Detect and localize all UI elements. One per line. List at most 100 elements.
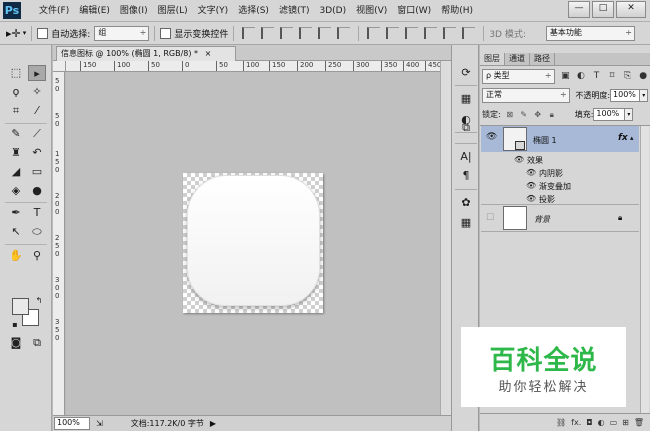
filter-toggle-icon[interactable]: ●: [638, 71, 648, 81]
gradient-tool-icon[interactable]: ▭: [28, 164, 46, 180]
zoom-tool-icon[interactable]: ⚲: [28, 248, 46, 264]
path-selection-tool-icon[interactable]: ▸: [28, 65, 46, 81]
lasso-tool-icon[interactable]: ϙ: [7, 84, 25, 100]
paragraph-panel-icon[interactable]: ¶: [457, 168, 475, 184]
menu-select[interactable]: 选择(S): [233, 0, 274, 22]
menu-filter[interactable]: 滤镜(T): [274, 0, 315, 22]
share-icon[interactable]: ⇲: [96, 419, 103, 428]
eyedropper-tool-icon[interactable]: ⁄: [28, 103, 46, 119]
layer-kind-dropdown[interactable]: ρ 类型: [482, 68, 555, 84]
ruler-origin[interactable]: [53, 61, 66, 72]
healing-brush-tool-icon[interactable]: ✎: [7, 126, 25, 142]
workspace-dropdown[interactable]: 基本功能: [545, 25, 635, 41]
distribute-hcenter-icon[interactable]: [443, 27, 457, 39]
marquee-tool-icon[interactable]: ⬚: [7, 65, 25, 81]
minimize-button[interactable]: —: [568, 1, 590, 18]
layer-name[interactable]: 背景: [534, 214, 550, 225]
link-layers-icon[interactable]: ⛓: [556, 418, 566, 427]
type-tool-icon[interactable]: T: [28, 205, 46, 221]
clone-source-icon[interactable]: ⧉: [457, 120, 475, 136]
character-panel-icon[interactable]: A|: [457, 149, 475, 165]
smart-object-filter-icon[interactable]: ⎘: [623, 71, 633, 81]
ellipse-tool-icon[interactable]: ⬭: [28, 224, 46, 240]
pixel-filter-icon[interactable]: ▣: [561, 71, 571, 81]
distribute-right-icon[interactable]: [462, 27, 476, 39]
auto-select-dropdown[interactable]: 组: [94, 25, 150, 41]
pen-tool-icon[interactable]: ✒: [7, 205, 25, 221]
align-right-icon[interactable]: [337, 27, 351, 39]
foreground-color-swatch[interactable]: [12, 298, 29, 315]
history-panel-icon[interactable]: ⟳: [457, 65, 475, 81]
align-hcenter-icon[interactable]: [318, 27, 332, 39]
effect-eye-icon[interactable]: 👁︎: [526, 168, 536, 177]
direct-selection-tool-icon[interactable]: ↖: [7, 224, 25, 240]
menu-layer[interactable]: 图层(L): [153, 0, 193, 22]
grid-panel-icon[interactable]: ▦: [457, 215, 475, 231]
align-top-icon[interactable]: [242, 27, 256, 39]
tab-layers[interactable]: 图层: [480, 53, 505, 65]
visibility-toggle-icon[interactable]: ☐: [486, 213, 494, 223]
add-style-icon[interactable]: fx.: [571, 418, 581, 427]
fx-badge[interactable]: fx: [618, 133, 628, 143]
menu-view[interactable]: 视图(V): [351, 0, 392, 22]
opacity-field[interactable]: 100%: [610, 89, 641, 102]
new-layer-icon[interactable]: ⊞: [622, 418, 629, 427]
adjustment-filter-icon[interactable]: ◐: [576, 71, 586, 81]
distribute-left-icon[interactable]: [424, 27, 438, 39]
align-vcenter-icon[interactable]: [261, 27, 275, 39]
tab-channels[interactable]: 通道: [505, 53, 530, 65]
layer-name[interactable]: 椭圆 1: [533, 135, 557, 146]
fill-chevron-icon[interactable]: ▾: [625, 108, 634, 121]
styles-panel-icon[interactable]: ✿: [457, 195, 475, 211]
menu-file[interactable]: 文件(F): [34, 0, 74, 22]
magic-wand-tool-icon[interactable]: ✧: [28, 84, 46, 100]
default-colors-icon[interactable]: ▪: [6, 317, 24, 333]
status-menu-arrow[interactable]: ▶: [210, 419, 216, 428]
swap-colors-icon[interactable]: ↰: [30, 293, 48, 309]
quick-mask-icon[interactable]: ◙: [7, 335, 25, 351]
tab-paths[interactable]: 路径: [530, 53, 555, 65]
menu-help[interactable]: 帮助(H): [436, 0, 478, 22]
distribute-vcenter-icon[interactable]: [386, 27, 400, 39]
new-adjustment-icon[interactable]: ◐: [598, 418, 605, 427]
effect-gradient-overlay[interactable]: 渐变叠加: [539, 181, 571, 192]
document-tab[interactable]: 信息图标 @ 100% (椭圆 1, RGB/8) * ×: [56, 46, 236, 61]
visibility-eye-icon[interactable]: 👁︎: [486, 132, 497, 142]
zoom-field[interactable]: 100%: [54, 417, 90, 430]
blend-mode-dropdown[interactable]: 正常: [482, 88, 570, 103]
close-button[interactable]: ✕: [616, 1, 646, 18]
shape-filter-icon[interactable]: ⌑: [607, 71, 617, 81]
lock-pixels-icon[interactable]: ✎: [519, 110, 529, 119]
fill-field[interactable]: 100%: [593, 108, 626, 121]
history-brush-tool-icon[interactable]: ↶: [28, 145, 46, 161]
swatches-panel-icon[interactable]: ▦: [457, 91, 475, 107]
expand-arrow-icon[interactable]: ▴: [630, 134, 634, 142]
delete-layer-icon[interactable]: 🗑︎: [634, 418, 644, 427]
lock-transparency-icon[interactable]: ⊠: [505, 110, 515, 119]
align-left-icon[interactable]: [299, 27, 313, 39]
menu-window[interactable]: 窗口(W): [392, 0, 436, 22]
align-bottom-icon[interactable]: [280, 27, 294, 39]
menu-image[interactable]: 图像(I): [115, 0, 153, 22]
dodge-tool-icon[interactable]: ●: [28, 183, 46, 199]
screen-mode-icon[interactable]: ⧉: [28, 335, 46, 351]
tool-preset-chevron-icon[interactable]: ▾: [23, 29, 27, 37]
effects-eye-icon[interactable]: 👁︎: [514, 155, 524, 164]
show-transform-checkbox[interactable]: [160, 27, 172, 39]
lock-position-icon[interactable]: ✥: [533, 110, 543, 119]
lock-all-icon[interactable]: 🔒︎: [547, 110, 557, 120]
new-group-icon[interactable]: ▭: [610, 418, 618, 427]
close-tab-icon[interactable]: ×: [205, 49, 212, 58]
blur-tool-icon[interactable]: ◈: [7, 183, 25, 199]
menu-3d[interactable]: 3D(D): [314, 0, 351, 22]
brush-tool-icon[interactable]: ⟋: [28, 126, 46, 142]
eraser-tool-icon[interactable]: ◢: [7, 164, 25, 180]
menu-edit[interactable]: 编辑(E): [74, 0, 115, 22]
layers-scrollbar[interactable]: [640, 126, 649, 413]
crop-tool-icon[interactable]: ⌗: [7, 103, 25, 119]
opacity-chevron-icon[interactable]: ▾: [640, 89, 648, 102]
type-filter-icon[interactable]: T: [592, 71, 602, 81]
hand-tool-icon[interactable]: ✋: [7, 248, 25, 264]
clone-stamp-tool-icon[interactable]: ♜: [7, 145, 25, 161]
maximize-button[interactable]: □: [592, 1, 614, 18]
